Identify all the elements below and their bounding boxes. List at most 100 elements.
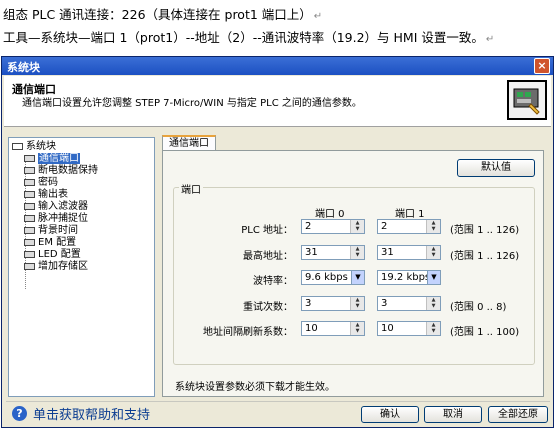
- select-value: 19.2 kbps: [381, 272, 431, 283]
- port1-highest-address-stepper[interactable]: 31 ▲ ▼: [377, 245, 441, 260]
- chevron-down-icon[interactable]: ▼: [351, 271, 364, 284]
- spin-arrows-icon[interactable]: ▲ ▼: [426, 220, 440, 233]
- plc-address-range: (范围 1 .. 126): [450, 225, 520, 236]
- port1-retry-count-stepper[interactable]: 3 ▲ ▼: [377, 296, 441, 311]
- chevron-down-icon[interactable]: ▼: [427, 271, 440, 284]
- spin-arrows-icon[interactable]: ▲ ▼: [426, 246, 440, 259]
- doc-line-1-text: 组态 PLC 通讯连接：226（具体连接在 prot1 端口上）: [3, 7, 312, 22]
- tree-item-label: EM 配置: [38, 237, 77, 248]
- tree-item-output-table[interactable]: 输出表: [24, 189, 68, 200]
- ok-button[interactable]: 确认: [361, 406, 419, 423]
- baud-rate-label: 波特率：: [253, 276, 293, 287]
- tree-item-retentive[interactable]: 断电数据保持: [24, 165, 98, 176]
- port1-baud-rate-select[interactable]: 19.2 kbps ▼: [377, 270, 441, 285]
- port0-highest-address-stepper[interactable]: 31 ▲ ▼: [301, 245, 365, 260]
- tree-item-label: 输入滤波器: [38, 201, 88, 212]
- port0-baud-rate-select[interactable]: 9.6 kbps ▼: [301, 270, 365, 285]
- tree-item-pulse-catch[interactable]: 脉冲捕捉位: [24, 213, 88, 224]
- stepper-value: 2: [305, 221, 312, 232]
- retry-count-range: (范围 0 .. 8): [450, 302, 507, 313]
- dialog-header: 通信端口 通信端口设置允许您调整 STEP 7-Micro/WIN 与指定 PL…: [4, 76, 551, 127]
- download-note: 系统块设置参数必须下载才能生效。: [175, 382, 335, 393]
- tree-root-label: 系统块: [26, 141, 56, 152]
- stepper-value: 10: [381, 323, 394, 334]
- close-button[interactable]: ×: [534, 58, 550, 74]
- tree-item-em-config[interactable]: EM 配置: [24, 237, 76, 248]
- gap-update-factor-range: (范围 1 .. 100): [450, 327, 520, 338]
- header-description: 通信端口设置允许您调整 STEP 7-Micro/WIN 与指定 PLC 之间的…: [22, 98, 362, 109]
- port-group-title: 端口: [179, 181, 203, 196]
- node-icon: [24, 203, 35, 210]
- close-icon: ×: [537, 59, 547, 72]
- spin-arrows-icon[interactable]: ▲ ▼: [350, 220, 364, 233]
- tree-item-label: 通信端口: [38, 153, 80, 164]
- spin-arrows-icon[interactable]: ▲ ▼: [426, 322, 440, 335]
- stepper-value: 3: [381, 298, 388, 309]
- doc-line-1: 组态 PLC 通讯连接：226（具体连接在 prot1 端口上） ↵: [3, 4, 322, 23]
- port1-plc-address-stepper[interactable]: 2 ▲ ▼: [377, 219, 441, 234]
- cancel-button[interactable]: 取消: [424, 406, 482, 423]
- port0-retry-count-stepper[interactable]: 3 ▲ ▼: [301, 296, 365, 311]
- system-block-dialog: 系统块 × 通信端口 通信端口设置允许您调整 STEP 7-Micro/WIN …: [1, 56, 554, 428]
- paragraph-mark-icon: ↵: [313, 11, 323, 22]
- paragraph-mark-icon: ↵: [485, 34, 495, 45]
- stepper-value: 10: [305, 323, 318, 334]
- spin-arrows-icon[interactable]: ▲ ▼: [350, 246, 364, 259]
- footer-divider: [6, 401, 550, 402]
- navigation-tree: 系统块 通信端口 断电数据保持 密码 输出表 输入滤波器 脉冲捕捉位 背景时间 …: [8, 137, 155, 397]
- doc-line-2: 工具—系统块—端口 1（prot1）--地址（2）--通讯波特率（19.2）与 …: [3, 27, 494, 46]
- system-block-icon: [507, 80, 547, 120]
- tree-item-background-time[interactable]: 背景时间: [24, 225, 78, 236]
- select-value: 9.6 kbps: [305, 272, 348, 283]
- node-icon: [24, 227, 35, 234]
- tree-item-password[interactable]: 密码: [24, 177, 58, 188]
- doc-line-2-text: 工具—系统块—端口 1（prot1）--地址（2）--通讯波特率（19.2）与 …: [3, 30, 484, 45]
- plc-address-label: PLC 地址：: [241, 225, 293, 236]
- tree-item-label: LED 配置: [38, 249, 81, 260]
- help-link-label: 单击获取帮助和支持: [33, 408, 151, 423]
- stepper-value: 3: [305, 298, 312, 309]
- node-icon: [24, 191, 35, 198]
- node-icon: [24, 167, 35, 174]
- port1-header: 端口 1: [395, 209, 425, 220]
- spin-arrows-icon[interactable]: ▲ ▼: [350, 297, 364, 310]
- port0-gap-update-factor-stepper[interactable]: 10 ▲ ▼: [301, 321, 365, 336]
- spin-arrows-icon[interactable]: ▲ ▼: [426, 297, 440, 310]
- tree-item-label: 增加存储区: [38, 261, 88, 272]
- gap-update-factor-label: 地址间隔刷新系数：: [203, 327, 293, 338]
- stepper-value: 31: [305, 247, 318, 258]
- node-icon: [24, 263, 35, 270]
- node-icon: [24, 239, 35, 246]
- tree-item-add-memory[interactable]: 增加存储区: [24, 261, 88, 272]
- tree-root[interactable]: 系统块: [12, 141, 56, 152]
- tree-item-label: 背景时间: [38, 225, 78, 236]
- help-icon: ?: [12, 406, 27, 421]
- port0-plc-address-stepper[interactable]: 2 ▲ ▼: [301, 219, 365, 234]
- highest-address-label: 最高地址：: [243, 251, 293, 262]
- node-icon: [24, 215, 35, 222]
- help-link[interactable]: ? 单击获取帮助和支持: [12, 404, 150, 423]
- tree-item-comm-port[interactable]: 通信端口: [24, 153, 80, 164]
- window-title: 系统块: [7, 61, 40, 74]
- tree-item-label: 断电数据保持: [38, 165, 98, 176]
- tree-item-led-config[interactable]: LED 配置: [24, 249, 81, 260]
- stepper-value: 2: [381, 221, 388, 232]
- spin-arrows-icon[interactable]: ▲ ▼: [350, 322, 364, 335]
- node-icon: [24, 179, 35, 186]
- tree-item-label: 脉冲捕捉位: [38, 213, 88, 224]
- comm-port-panel: 默认值 端口 端口 0 端口 1 PLC 地址： 2 ▲ ▼ 2 ▲ ▼ (范围 1 .…: [162, 150, 544, 397]
- node-icon: [24, 155, 35, 162]
- tree-item-label: 密码: [38, 177, 58, 188]
- highest-address-range: (范围 1 .. 126): [450, 251, 520, 262]
- default-values-button[interactable]: 默认值: [457, 159, 535, 177]
- stepper-value: 31: [381, 247, 394, 258]
- node-icon: [24, 251, 35, 258]
- tree-item-input-filter[interactable]: 输入滤波器: [24, 201, 88, 212]
- port0-header: 端口 0: [315, 209, 345, 220]
- port1-gap-update-factor-stepper[interactable]: 10 ▲ ▼: [377, 321, 441, 336]
- title-bar[interactable]: 系统块 ×: [2, 57, 553, 75]
- folder-icon: [12, 143, 23, 150]
- restore-all-button[interactable]: 全部还原: [488, 406, 548, 423]
- retry-count-label: 重试次数：: [243, 302, 293, 313]
- tree-item-label: 输出表: [38, 189, 68, 200]
